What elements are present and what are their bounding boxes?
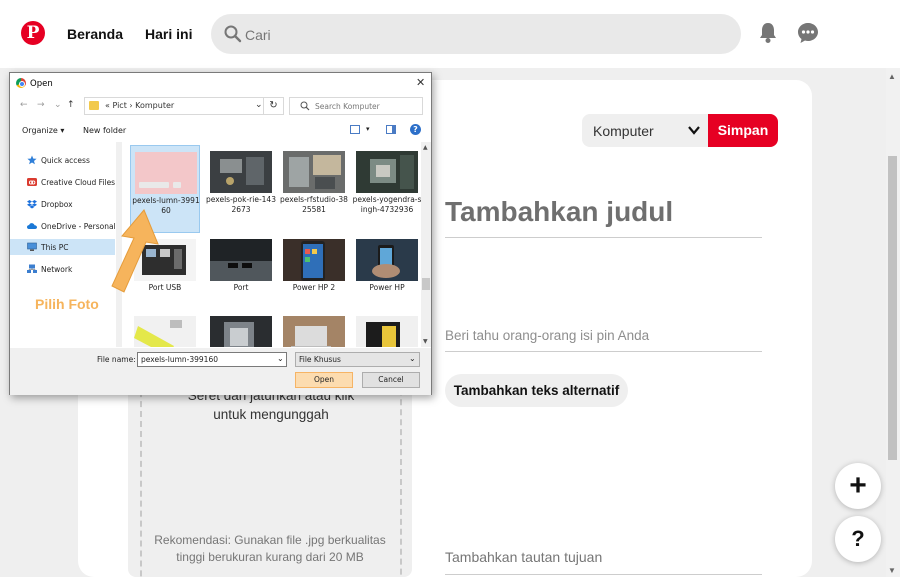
dropbox-icon — [27, 200, 37, 209]
file-item[interactable] — [352, 310, 421, 347]
folder-icon — [89, 101, 99, 110]
chevron-down-icon[interactable]: ⌄ — [54, 100, 62, 110]
page-scrollbar-thumb[interactable] — [888, 156, 897, 460]
chevron-down-icon[interactable]: ⌄ — [255, 100, 263, 110]
bell-icon[interactable] — [758, 22, 778, 44]
file-thumbnail — [135, 152, 197, 194]
file-item[interactable]: pexels-yogendra-singh-4732936 — [352, 145, 421, 233]
file-item[interactable] — [206, 310, 276, 347]
pinterest-logo[interactable]: P — [21, 21, 45, 45]
star-icon — [27, 155, 37, 165]
scroll-up-arrow-icon[interactable]: ▲ — [888, 72, 896, 81]
chevron-down-icon — [688, 126, 700, 135]
network-icon — [27, 264, 37, 273]
help-icon[interactable]: ? — [410, 124, 421, 135]
file-name-value: pexels-lumn-399160 — [141, 355, 218, 364]
create-plus-button[interactable]: + — [835, 463, 881, 509]
file-thumbnail — [283, 239, 345, 281]
file-item[interactable]: Port — [206, 233, 276, 321]
file-grid: pexels-lumn-399160 pexels-pok-rie-143267… — [128, 142, 421, 347]
up-arrow-icon[interactable]: ↑ — [67, 100, 75, 110]
nav-beranda[interactable]: Beranda — [67, 26, 123, 42]
file-thumbnail — [356, 316, 418, 347]
search-icon — [300, 101, 310, 111]
address-path: « Pict › Komputer — [105, 101, 175, 110]
file-item[interactable]: Power HP 2 — [279, 233, 349, 321]
search-placeholder: Cari — [245, 27, 271, 43]
dialog-title: Open — [30, 79, 53, 89]
file-type-select[interactable]: File Khusus ⌄ — [295, 352, 420, 367]
alt-text-button[interactable]: Tambahkan teks alternatif — [445, 374, 628, 407]
scroll-down-arrow-icon[interactable]: ▼ — [888, 566, 896, 575]
search-bar[interactable]: Cari — [211, 14, 741, 54]
dialog-toolbar: Organize ▾ New folder ▾ ? — [10, 122, 431, 140]
search-icon — [224, 25, 242, 43]
file-thumbnail — [134, 316, 196, 347]
file-item[interactable]: pexels-pok-rie-1432673 — [206, 145, 276, 233]
chat-icon[interactable] — [797, 22, 819, 44]
open-file-dialog: Open ✕ ← → ⌄ ↑ « Pict › Komputer ⌄ ↻ Sea… — [9, 72, 432, 395]
cancel-button[interactable]: Cancel — [362, 372, 420, 388]
annotation-label: Pilih Foto — [35, 296, 99, 312]
file-item[interactable]: pexels-rfstudio-3825581 — [279, 145, 349, 233]
view-options-icon[interactable] — [350, 125, 360, 134]
file-name-label: File name: — [97, 355, 136, 364]
nav-hari-ini[interactable]: Hari ini — [145, 26, 192, 42]
scroll-up-arrow-icon[interactable]: ▲ — [423, 144, 428, 151]
file-name-input[interactable]: pexels-lumn-399160 ⌄ — [137, 352, 287, 367]
chevron-down-icon: ⌄ — [409, 354, 416, 363]
chevron-down-icon[interactable]: ▾ — [366, 125, 370, 133]
nav-item-creative-cloud[interactable]: Creative Cloud Files — [10, 174, 115, 190]
dialog-search-input[interactable]: Search Komputer — [289, 97, 423, 115]
file-item[interactable] — [130, 310, 200, 347]
file-thumbnail — [210, 151, 272, 193]
preview-pane-icon[interactable] — [386, 125, 396, 134]
refresh-icon[interactable]: ↻ — [263, 97, 283, 115]
file-thumbnail — [210, 239, 272, 281]
board-select-value: Komputer — [593, 123, 654, 139]
file-thumbnail — [356, 151, 418, 193]
new-folder-button[interactable]: New folder — [83, 126, 126, 135]
computer-icon — [27, 242, 37, 251]
description-input[interactable]: Beri tahu orang-orang isi pin Anda — [445, 328, 762, 352]
chevron-down-icon[interactable]: ⌄ — [277, 354, 284, 363]
file-thumbnail — [283, 151, 345, 193]
back-arrow-icon[interactable]: ← — [20, 100, 28, 110]
file-type-value: File Khusus — [299, 355, 341, 364]
file-item[interactable] — [279, 310, 349, 347]
chrome-icon — [16, 78, 26, 88]
file-item[interactable]: Power HP — [352, 233, 421, 321]
file-thumbnail — [356, 239, 418, 281]
open-button[interactable]: Open — [295, 372, 353, 388]
forward-arrow-icon[interactable]: → — [37, 100, 45, 110]
file-thumbnail — [283, 316, 345, 347]
upload-text-line2: untuk mengunggah — [213, 407, 329, 422]
board-select[interactable]: Komputer — [582, 114, 708, 147]
file-grid-scrollbar-thumb[interactable] — [422, 278, 430, 290]
address-bar[interactable]: « Pict › Komputer ⌄ — [84, 97, 284, 115]
top-header: P Beranda Hari ini Cari — [0, 0, 900, 68]
file-grid-scrollbar[interactable]: ▲ ▼ — [421, 142, 431, 347]
scroll-down-arrow-icon[interactable]: ▼ — [423, 338, 428, 345]
nav-item-quick-access[interactable]: Quick access — [10, 152, 115, 168]
file-thumbnail — [210, 316, 272, 347]
upload-recommendation: Rekomendasi: Gunakan file .jpg berkualit… — [154, 533, 386, 564]
title-input[interactable]: Tambahkan judul — [445, 196, 762, 238]
close-icon[interactable]: ✕ — [416, 76, 425, 89]
destination-link-input[interactable]: Tambahkan tautan tujuan — [445, 549, 762, 575]
annotation-arrow-icon — [111, 209, 159, 293]
dialog-search-placeholder: Search Komputer — [315, 102, 380, 111]
cloud-icon — [27, 178, 37, 186]
organize-button[interactable]: Organize ▾ — [22, 126, 64, 135]
save-button[interactable]: Simpan — [708, 114, 778, 147]
dialog-bottom-bar: File name: pexels-lumn-399160 ⌄ File Khu… — [10, 348, 431, 395]
help-button[interactable]: ? — [835, 516, 881, 562]
onedrive-icon — [27, 223, 37, 229]
